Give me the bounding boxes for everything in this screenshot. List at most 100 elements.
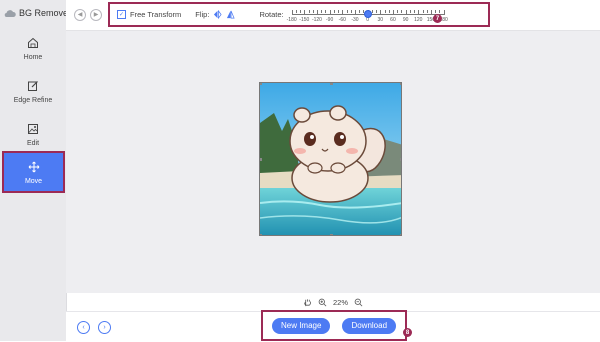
sidebar-item-label: Move — [24, 177, 43, 185]
rotate-tick — [350, 9, 352, 13]
flip-controls — [213, 10, 236, 19]
rotate-tick — [321, 9, 323, 13]
rotate-scale-label: 60 — [390, 16, 396, 23]
sidebar-item-label: Home — [23, 53, 43, 61]
app-window: BG Remover Home Edge Refine Edit Move ◀ … — [0, 0, 600, 342]
rotate-tick — [422, 9, 424, 13]
sidebar-item-home[interactable]: Home — [0, 28, 66, 68]
rotate-scale-label: -60 — [338, 16, 346, 23]
rotate-tick — [359, 9, 361, 13]
bottom-bar: ‹ › New Image Download 8 — [66, 310, 600, 342]
rotate-tick — [409, 9, 411, 13]
rotate-tick — [295, 9, 297, 13]
flip-horizontal-icon[interactable] — [213, 10, 222, 19]
zoom-out-icon[interactable] — [354, 298, 363, 307]
rotate-tick — [443, 9, 445, 15]
resize-handle[interactable] — [400, 234, 401, 235]
rotate-tick — [325, 9, 327, 13]
resize-handle[interactable] — [260, 234, 262, 235]
resize-handle[interactable] — [260, 83, 262, 85]
zoom-level: 22% — [332, 297, 348, 307]
rotate-tick — [333, 9, 335, 13]
rotate-handle[interactable] — [363, 9, 372, 18]
rotate-tick — [354, 9, 356, 15]
rotate-scale-label: -150 — [299, 16, 310, 23]
sidebar-item-edit[interactable]: Edit — [0, 114, 66, 154]
rotate-tick — [312, 9, 314, 13]
rotate-tick — [439, 9, 441, 13]
sidebar: BG Remover Home Edge Refine Edit Move — [0, 0, 81, 341]
resize-handle[interactable] — [400, 83, 401, 85]
canvas-area — [66, 31, 600, 293]
transform-tools: ✓ Free Transform Flip: Rotate: -180 -150-… — [108, 2, 490, 27]
history-controls: ◀ ▶ — [74, 9, 102, 21]
home-icon — [26, 36, 40, 50]
resize-handle[interactable] — [400, 158, 401, 161]
rotate-tick — [405, 9, 407, 15]
sidebar-item-move[interactable]: Move — [2, 151, 65, 193]
rotate-tick — [342, 9, 344, 15]
resize-handle[interactable] — [330, 83, 333, 85]
hand-pan-icon[interactable] — [303, 298, 312, 307]
new-image-button[interactable]: New Image — [271, 317, 331, 334]
rotate-scale-label: -90 — [326, 16, 334, 23]
rotate-scale-label: -120 — [311, 16, 322, 23]
rotate-label: Rotate: — [259, 10, 284, 19]
cloud-logo-icon — [4, 9, 16, 17]
zoom-controls: 22% — [66, 293, 600, 311]
sidebar-item-label: Edit — [26, 139, 40, 147]
rotate-scale-label: -30 — [351, 16, 359, 23]
next-arrow-icon[interactable]: › — [98, 321, 111, 334]
image-preview[interactable] — [259, 82, 402, 236]
annotation-badge-toolbar: 7 — [433, 14, 442, 23]
rotate-tick — [414, 9, 416, 13]
rotate-scale-label: 120 — [414, 16, 423, 23]
rotate-tick — [388, 9, 390, 13]
undo-button[interactable]: ◀ — [74, 9, 86, 21]
rotate-tick — [346, 9, 348, 13]
rotate-tick — [397, 9, 399, 13]
rotate-scale-label: 30 — [377, 16, 384, 23]
rotate-tick — [316, 9, 318, 15]
annotation-badge-actions: 8 — [403, 328, 412, 337]
flip-label: Flip: — [195, 10, 210, 19]
rotate-slider[interactable]: -180 -150 -120 -90 -60 -30 0 30 60 90 120 150 180 — [287, 6, 448, 24]
rotate-tick — [371, 9, 373, 13]
rotate-tick — [401, 9, 403, 13]
rotate-tick — [426, 9, 428, 13]
brand: BG Remover — [4, 6, 71, 20]
resize-handle[interactable] — [260, 158, 262, 161]
rotate-tick — [392, 9, 394, 15]
app-title: BG Remover — [19, 8, 72, 18]
flip-vertical-icon[interactable] — [226, 10, 236, 19]
rotate-tick — [376, 9, 378, 13]
download-button[interactable]: Download — [342, 317, 397, 334]
rotate-tick — [338, 9, 340, 13]
zoom-in-icon[interactable] — [318, 298, 327, 307]
edge-refine-icon — [26, 79, 40, 93]
squirrel-image — [260, 83, 401, 235]
rotate-scale-label: -180 — [286, 16, 297, 23]
resize-handle[interactable] — [330, 234, 333, 235]
rotate-tick — [435, 9, 437, 13]
action-buttons: New Image Download — [261, 310, 407, 341]
rotate-tick — [384, 9, 386, 13]
image-edit-icon — [26, 122, 40, 136]
rotate-tick — [304, 9, 306, 15]
rotate-scale-label: 90 — [402, 16, 409, 23]
rotate-tick — [380, 9, 382, 15]
sidebar-item-label: Edge Refine — [13, 96, 53, 104]
rotate-tick — [291, 9, 293, 15]
top-toolbar: ◀ ▶ ✓ Free Transform Flip: Rotate: -180-… — [66, 0, 600, 31]
move-icon — [27, 160, 41, 174]
redo-button[interactable]: ▶ — [90, 9, 102, 21]
sidebar-item-edge-refine[interactable]: Edge Refine — [0, 71, 66, 111]
previous-arrow-icon[interactable]: ‹ — [77, 321, 90, 334]
rotate-tick — [308, 9, 310, 13]
rotate-tick — [300, 9, 302, 13]
rotate-tick — [329, 9, 331, 15]
free-transform-label: Free Transform — [130, 10, 182, 19]
rotate-tick — [418, 9, 420, 15]
free-transform-checkbox[interactable]: ✓ — [117, 10, 126, 19]
rotate-tick — [430, 9, 432, 15]
